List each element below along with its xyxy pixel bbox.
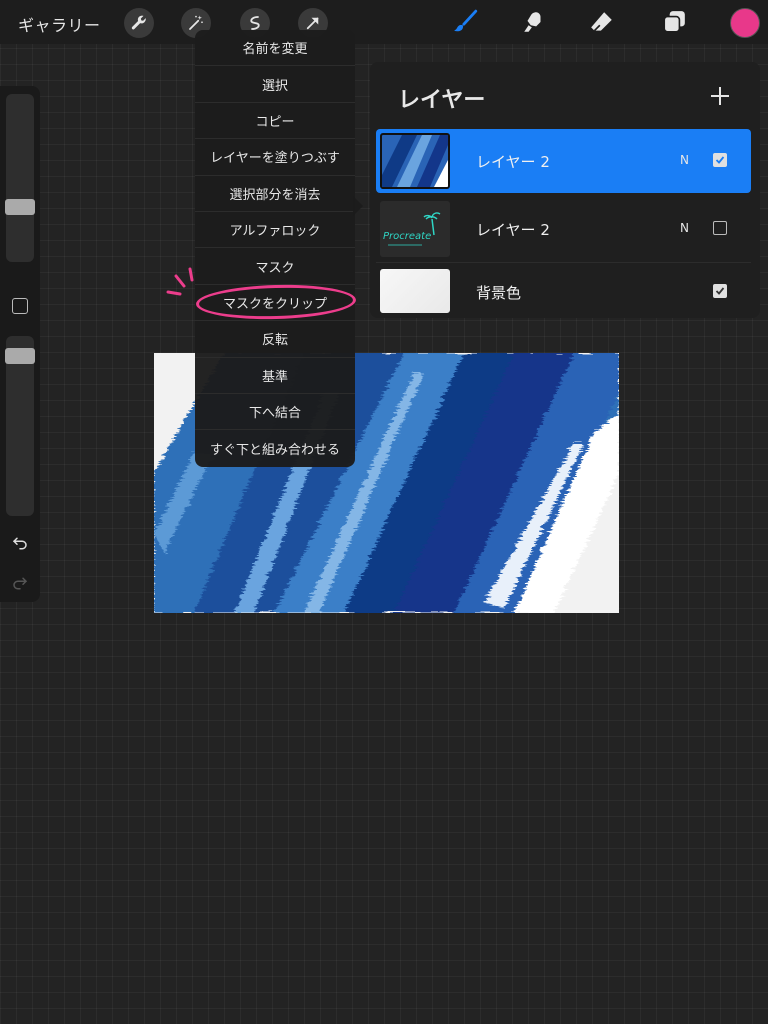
menu-item-rename[interactable]: 名前を変更 [195,30,355,67]
visibility-checkbox[interactable] [713,153,727,167]
redo-icon[interactable] [10,572,30,592]
menu-item-copy[interactable]: コピー [195,103,355,140]
opacity-slider[interactable] [5,336,35,516]
menu-item-reference[interactable]: 基準 [195,358,355,394]
undo-icon[interactable] [10,532,30,552]
blend-mode-button[interactable]: N [680,221,689,235]
top-toolbar: ギャラリー [0,0,768,44]
plus-icon[interactable] [706,82,734,110]
menu-item-combine-down[interactable]: すぐ下と組み合わせる [195,430,355,466]
background-color-row[interactable]: 背景色 [376,263,751,319]
eraser-icon[interactable] [586,6,618,38]
background-color-swatch[interactable] [380,269,450,313]
menu-item-alpha-lock[interactable]: アルファロック [195,212,355,249]
layers-panel-title: レイヤー [398,88,486,113]
menu-pointer [353,196,363,216]
layer-row[interactable]: Procreate レイヤー 2 N [376,197,751,261]
layer-row-active[interactable]: レイヤー 2 N [376,129,751,193]
opacity-thumb[interactable] [5,348,35,364]
layers-icon[interactable] [658,6,690,38]
wrench-icon[interactable] [124,8,154,38]
blend-mode-button[interactable]: N [680,153,689,167]
menu-item-mask[interactable]: マスク [195,248,355,285]
brush-size-slider[interactable] [5,94,35,262]
smudge-icon[interactable] [518,6,550,38]
layer-thumbnail [380,133,450,189]
sidebar [0,86,40,602]
menu-item-select[interactable]: 選択 [195,66,355,103]
menu-item-clear[interactable]: 選択部分を消去 [195,176,355,212]
menu-item-invert[interactable]: 反転 [195,321,355,358]
brush-size-thumb[interactable] [5,199,35,215]
modify-button[interactable] [12,298,28,314]
menu-item-fill-layer[interactable]: レイヤーを塗りつぶす [195,139,355,176]
layer-name: レイヤー 2 [476,153,550,171]
visibility-checkbox[interactable] [713,284,727,298]
emphasis-burst-icon [166,267,194,296]
layer-name: レイヤー 2 [476,221,550,239]
gallery-button[interactable]: ギャラリー [18,12,101,36]
brush-icon[interactable] [450,6,482,38]
menu-item-merge-down[interactable]: 下へ結合 [195,394,355,431]
layer-thumbnail: Procreate [380,201,450,257]
color-picker-button[interactable] [730,8,760,38]
layer-options-menu: 名前を変更 選択 コピー レイヤーを塗りつぶす 選択部分を消去 アルファロック … [195,30,355,467]
layer-name: 背景色 [476,284,522,302]
layer-thumbnail-lettering: Procreate [383,231,431,242]
visibility-checkbox[interactable] [713,221,727,235]
layers-panel: レイヤー レイヤー 2 N Procreate レイヤー 2 N 背景色 [370,62,760,318]
